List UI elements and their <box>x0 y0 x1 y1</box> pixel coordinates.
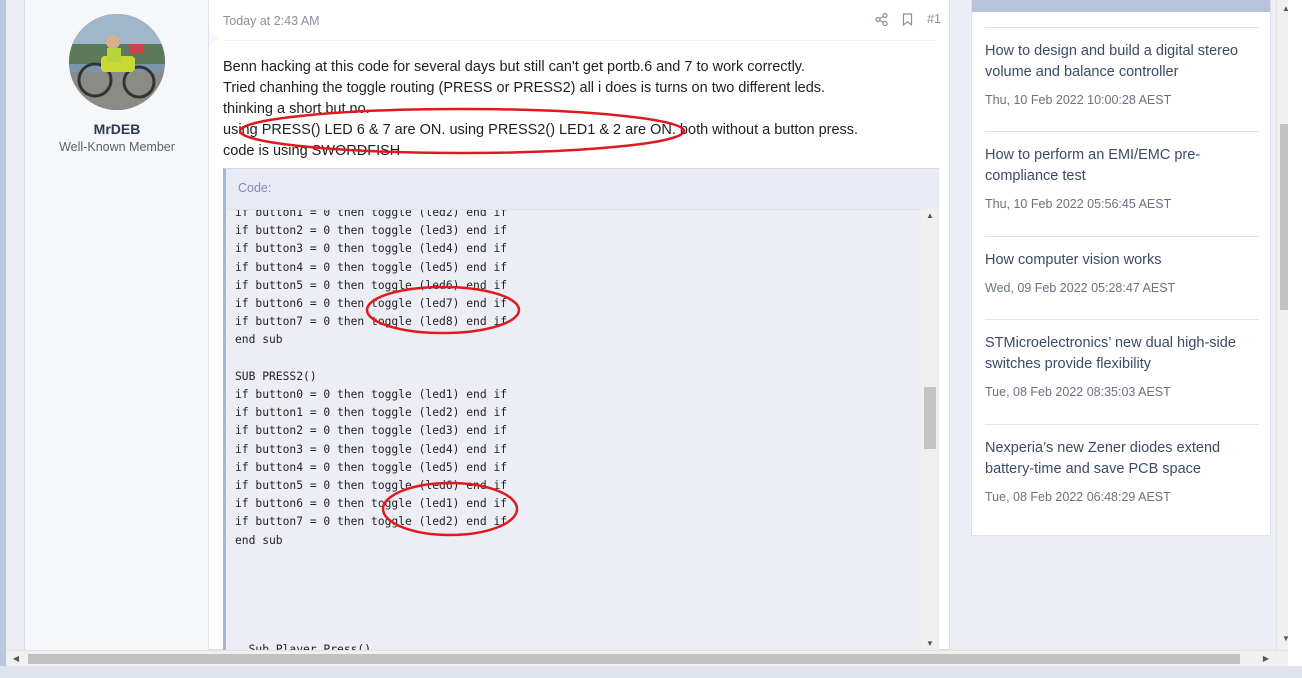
message-line: using PRESS() LED 6 & 7 are ON. using PR… <box>223 122 859 138</box>
code-label: Code: <box>238 181 272 195</box>
news-date: Wed, 09 Feb 2022 05:28:47 AEST <box>985 281 1176 295</box>
code-block: Code: if button1 = 0 then toggle (led2) … <box>223 168 939 650</box>
message-line: thinking a short but no. <box>223 101 370 117</box>
message-line: Tried chanhing the toggle routing (PRESS… <box>223 80 826 96</box>
sidebar-news-item[interactable]: Nexperia’s new Zener diodes extend batte… <box>985 424 1259 504</box>
news-date: Thu, 10 Feb 2022 05:56:45 AEST <box>985 197 1172 211</box>
status-bar <box>0 666 1302 678</box>
news-date: Tue, 08 Feb 2022 08:35:03 AEST <box>985 385 1171 399</box>
post-message: Benn hacking at this code for several da… <box>223 57 943 162</box>
page-scrollbar-thumb[interactable] <box>1280 124 1288 310</box>
code-line: if button1 = 0 then toggle (led2) end if <box>235 209 508 219</box>
scroll-up-icon[interactable]: ▲ <box>1277 2 1288 16</box>
code-line: if button2 = 0 then toggle (led3) end if <box>235 424 508 438</box>
sidebar-news: How to design and build a digital stereo… <box>971 0 1271 536</box>
share-icon[interactable] <box>875 12 888 26</box>
code-line: if button7 = 0 then toggle (led2) end if <box>235 515 508 529</box>
user-title: Well-Known Member <box>59 140 175 154</box>
sidebar-news-item[interactable]: How computer vision works Wed, 09 Feb 20… <box>985 236 1259 295</box>
scroll-down-icon[interactable]: ▼ <box>921 637 939 650</box>
page-vertical-scrollbar[interactable]: ▲ ▼ <box>1276 0 1288 650</box>
bookmark-icon[interactable] <box>902 12 913 26</box>
sidebar-news-item[interactable]: How to perform an EMI/EMC pre-compliance… <box>985 131 1259 211</box>
code-line: if button7 = 0 then toggle (led8) end if <box>235 315 508 329</box>
post-user-panel: MrDEB Well-Known Member <box>25 0 209 650</box>
post-header-divider <box>223 40 937 41</box>
code-line: if button1 = 0 then toggle (led2) end if <box>235 406 508 420</box>
news-title[interactable]: How to design and build a digital stereo… <box>985 41 1259 83</box>
code-line: if button4 = 0 then toggle (led5) end if <box>235 460 508 474</box>
post-date[interactable]: Today at 2:43 AM <box>223 14 320 28</box>
code-line: end sub <box>235 333 283 347</box>
news-title[interactable]: Nexperia’s new Zener diodes extend batte… <box>985 438 1259 480</box>
news-title[interactable]: How to perform an EMI/EMC pre-compliance… <box>985 145 1259 187</box>
post-number[interactable]: #1 <box>927 12 941 26</box>
code-line: SUB PRESS2() <box>235 369 317 383</box>
code-line: if button0 = 0 then toggle (led1) end if <box>235 388 508 402</box>
message-line: code is using SWORDFISH <box>223 143 401 159</box>
forum-post: MrDEB Well-Known Member Today at 2:43 AM… <box>24 0 950 650</box>
code-line: if button2 = 0 then toggle (led3) end if <box>235 224 508 238</box>
post-main: Today at 2:43 AM #1 Benn hacking at this… <box>209 0 951 650</box>
scroll-up-icon[interactable]: ▲ <box>921 209 939 223</box>
news-title[interactable]: STMicroelectronics’ new dual high-side s… <box>985 333 1259 375</box>
sidebar-news-item[interactable]: How to design and build a digital stereo… <box>985 27 1259 107</box>
scroll-left-icon[interactable]: ◀ <box>8 651 24 667</box>
page-content: MrDEB Well-Known Member Today at 2:43 AM… <box>6 0 1288 650</box>
code-scrollbar-thumb[interactable] <box>924 387 936 449</box>
sidebar-news-item[interactable]: STMicroelectronics’ new dual high-side s… <box>985 319 1259 399</box>
horizontal-scrollbar-thumb[interactable] <box>28 654 1240 664</box>
page-horizontal-scrollbar[interactable]: ◀ ▶ <box>6 650 1288 666</box>
code-content[interactable]: if button1 = 0 then toggle (led2) end if… <box>226 209 921 650</box>
post-actions: #1 <box>875 12 941 26</box>
code-scrollbar[interactable]: ▲ ▼ <box>921 209 939 650</box>
code-line: if button5 = 0 then toggle (led6) end if <box>235 278 508 292</box>
code-text: if button1 = 0 then toggle (led2) end if… <box>235 209 508 650</box>
code-line: if button4 = 0 then toggle (led5) end if <box>235 260 508 274</box>
avatar[interactable] <box>69 14 165 110</box>
code-line: if button3 = 0 then toggle (led4) end if <box>235 442 508 456</box>
code-line: Sub Player_Press() <box>235 642 372 650</box>
username[interactable]: MrDEB <box>25 121 209 137</box>
news-date: Thu, 10 Feb 2022 10:00:28 AEST <box>985 93 1172 107</box>
code-line: if button3 = 0 then toggle (led4) end if <box>235 242 508 256</box>
code-line: if button5 = 0 then toggle (led6) end if <box>235 479 508 493</box>
code-line: end sub <box>235 533 283 547</box>
message-line: Benn hacking at this code for several da… <box>223 59 805 75</box>
scroll-right-icon[interactable]: ▶ <box>1258 651 1274 667</box>
code-line: if button6 = 0 then toggle (led7) end if <box>235 297 508 311</box>
code-line: if button6 = 0 then toggle (led1) end if <box>235 497 508 511</box>
scroll-down-icon[interactable]: ▼ <box>1277 632 1288 646</box>
news-date: Tue, 08 Feb 2022 06:48:29 AEST <box>985 490 1171 504</box>
news-title[interactable]: How computer vision works <box>985 250 1259 271</box>
sidebar-header-bar <box>972 0 1270 12</box>
